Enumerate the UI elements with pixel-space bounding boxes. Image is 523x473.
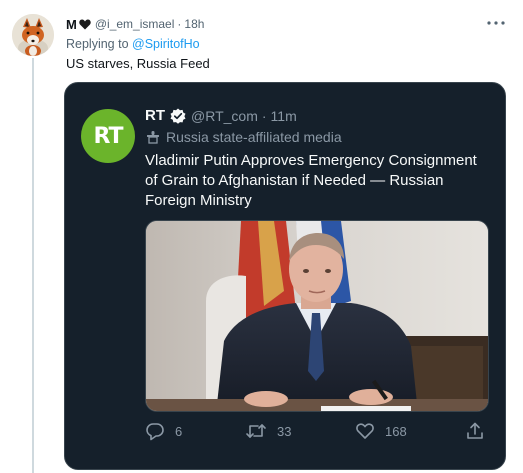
thread-line	[32, 58, 34, 473]
quoted-separator-dot: ·	[261, 107, 267, 124]
heart-icon	[356, 423, 374, 439]
heart-emoji-icon	[79, 19, 91, 30]
more-options-button[interactable]	[485, 12, 507, 34]
retweet-button[interactable]: 33	[245, 421, 315, 441]
rt-avatar[interactable]: RT	[81, 109, 135, 163]
quoted-timestamp[interactable]: 11m	[271, 108, 297, 124]
quoted-display-name[interactable]: RT	[145, 107, 165, 124]
user-handle[interactable]: @i_em_ismael	[95, 17, 175, 31]
reply-icon	[146, 423, 164, 441]
replying-prefix: Replying to	[66, 37, 129, 51]
podium-icon	[145, 129, 161, 145]
avatar[interactable]	[12, 14, 54, 56]
state-media-label[interactable]: Russia state-affiliated media	[145, 129, 342, 145]
share-icon	[467, 422, 483, 439]
quoted-user-handle[interactable]: @RT_com	[191, 108, 258, 124]
tweet[interactable]: M @i_em_ismael · 18h Replying to @Spirit…	[0, 0, 523, 473]
quoted-tweet-media[interactable]	[145, 220, 489, 412]
retweet-icon	[246, 424, 266, 438]
retweet-count: 33	[277, 423, 292, 439]
like-count: 168	[385, 423, 407, 439]
rt-logo: RT	[93, 123, 124, 149]
verified-badge-icon	[170, 108, 186, 124]
reply-count: 6	[175, 423, 183, 439]
quoted-tweet-actions: 6 33 168	[145, 419, 489, 443]
replying-to-link[interactable]: @SpiritofHo	[132, 37, 200, 51]
like-button[interactable]: 168	[355, 421, 425, 441]
quoted-tweet-header: RT @RT_com · 11m	[145, 107, 297, 124]
quoted-tweet-text: Vladimir Putin Approves Emergency Consig…	[145, 152, 477, 209]
timestamp[interactable]: 18h	[184, 17, 204, 31]
reply-button[interactable]: 6	[145, 421, 205, 441]
replying-to: Replying to @SpiritofHo	[66, 37, 200, 51]
fox-avatar-image	[12, 14, 54, 56]
putin-photo	[146, 221, 488, 411]
more-horizontal-icon	[487, 21, 505, 25]
separator-dot: ·	[177, 17, 182, 31]
quoted-tweet-card[interactable]: RT RT @RT_com · 11m Russia state-affilia…	[64, 82, 506, 470]
tweet-text: US starves, Russia Feed	[66, 56, 210, 71]
share-button[interactable]	[465, 421, 489, 441]
display-name[interactable]: M	[66, 17, 77, 32]
state-media-label-text: Russia state-affiliated media	[166, 129, 342, 145]
tweet-header: M @i_em_ismael · 18h	[66, 14, 204, 34]
